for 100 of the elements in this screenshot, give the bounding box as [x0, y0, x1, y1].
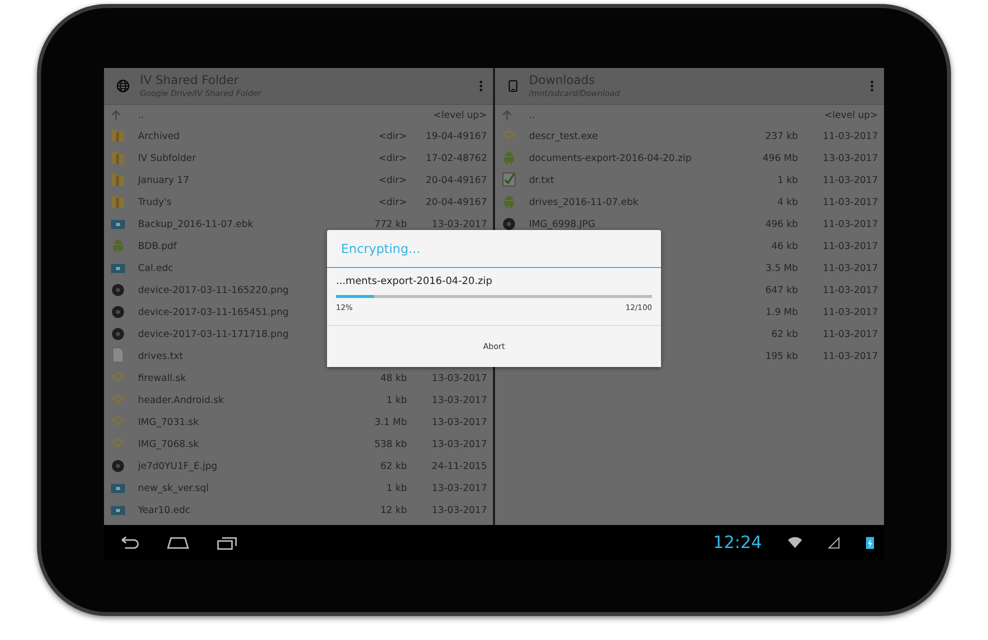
file-size: 496 Mb	[762, 152, 798, 164]
signal-icon	[828, 536, 840, 548]
file-size: 772 kb	[374, 218, 407, 230]
file-name: IMG_7068.sk	[138, 438, 199, 450]
file-row[interactable]: je7d0YU1F_E.jpg 62 kb 24-11-2015	[104, 455, 493, 477]
file-row[interactable]: January 17 <dir> 20-04-49167	[104, 169, 493, 191]
file-name: ...ments-export-2016-04-20.zip	[335, 275, 494, 289]
file-name: Year10.edc	[138, 504, 190, 516]
file-date: 11-03-2017	[822, 328, 878, 340]
file-date: 13-03-2017	[822, 152, 878, 164]
level-up-row[interactable]: .. <level up>	[104, 105, 493, 125]
file-name: documents-export-2016-04-20.zip	[529, 152, 692, 164]
file-row[interactable]: descr_test.exe 237 kb 11-03-2017	[495, 125, 884, 147]
file-row[interactable]: drives_2016-11-07.ebk 4 kb 11-03-2017	[495, 191, 884, 213]
file-row[interactable]: header.Android.sk 1 kb 13-03-2017	[104, 389, 493, 411]
file-date: 17-02-48762	[426, 152, 487, 164]
file-row[interactable]: IMG_7031.sk 3.1 Mb 13-03-2017	[104, 411, 493, 433]
file-size: 3.1 Mb	[374, 416, 407, 428]
file-name: device-2017-03-11-171718.png	[138, 328, 289, 340]
wifi-icon	[788, 536, 802, 548]
file-size: 1 kb	[777, 174, 798, 186]
abort-button[interactable]: Abort	[327, 325, 661, 367]
file-name: IV Subfolder	[138, 152, 196, 164]
file-date: 11-03-2017	[822, 262, 878, 274]
file-date: 13-03-2017	[432, 416, 487, 428]
file-name: drives.txt	[138, 350, 184, 362]
file-size: 647 kb	[765, 284, 798, 296]
file-date: 19-04-49167	[426, 130, 487, 142]
file-size: 46 kb	[771, 240, 798, 252]
level-up-label: <level up>	[824, 110, 878, 120]
file-name: ..	[138, 110, 144, 120]
file-size: 1 kb	[386, 482, 407, 494]
file-name: new_sk_ver.sql	[138, 482, 209, 494]
file-name: device-2017-03-11-165220.png	[138, 284, 289, 296]
home-icon	[166, 536, 190, 550]
more-icon	[870, 80, 874, 92]
file-name: je7d0YU1F_E.jpg	[138, 460, 218, 472]
file-name: firewall.sk	[138, 372, 186, 384]
file-date: 13-03-2017	[432, 504, 487, 516]
file-row[interactable]: Archived <dir> 19-04-49167	[104, 125, 493, 147]
level-up-label: <level up>	[433, 110, 487, 120]
file-size: 62 kb	[771, 328, 798, 340]
file-row[interactable]: IMG_7068.sk 538 kb 13-03-2017	[104, 433, 493, 455]
file-row[interactable]: documents-export-2016-04-20.zip 496 Mb 13-03-2017	[495, 147, 884, 169]
file-date: 13-03-2017	[432, 438, 487, 450]
file-name: Backup_2016-11-07.ebk	[138, 218, 254, 230]
file-date: 20-04-49167	[426, 174, 487, 186]
file-name: dr.txt	[529, 174, 554, 186]
checklist-icon	[501, 170, 517, 186]
file-name: drives_2016-11-07.ebk	[529, 196, 638, 208]
file-size: <dir>	[378, 174, 407, 186]
file-date: 11-03-2017	[822, 350, 878, 362]
file-size: 538 kb	[374, 438, 407, 450]
file-size: 4 kb	[777, 196, 798, 208]
file-date: 13-03-2017	[432, 372, 487, 384]
file-date: 11-03-2017	[822, 240, 878, 252]
file-name: IMG_7031.sk	[138, 416, 199, 428]
file-row[interactable]: new_sk_ver.sql 1 kb 13-03-2017	[104, 477, 493, 499]
file-date: 13-03-2017	[432, 394, 487, 406]
file-date: 11-03-2017	[822, 306, 878, 318]
file-size: <dir>	[378, 152, 407, 164]
file-name: Archived	[138, 130, 180, 142]
file-size: 237 kb	[765, 130, 798, 142]
file-date: 13-03-2017	[432, 482, 487, 494]
file-row[interactable]: Trudy's <dir> 20-04-49167	[104, 191, 493, 213]
file-row[interactable]: Year10.edc 12 kb 13-03-2017	[104, 499, 493, 521]
file-date: 20-04-49167	[426, 196, 487, 208]
more-icon	[479, 80, 483, 92]
file-size: <dir>	[378, 130, 407, 142]
file-name: Trudy's	[138, 196, 172, 208]
phone-icon	[507, 78, 519, 94]
file-name: BDB.pdf	[138, 240, 177, 252]
file-name: IMG_6998.JPG	[529, 218, 596, 230]
file-date: 11-03-2017	[822, 284, 878, 296]
file-row[interactable]: IV Subfolder <dir> 17-02-48762	[104, 147, 493, 169]
up-arrow-icon	[110, 109, 122, 121]
file-name: device-2017-03-11-165451.png	[138, 306, 289, 318]
file-row[interactable]: firewall.sk 48 kb 13-03-2017	[104, 367, 493, 389]
file-size: 496 kb	[765, 218, 798, 230]
text-file-icon	[110, 346, 126, 362]
file-name: header.Android.sk	[138, 394, 224, 406]
file-size: 195 kb	[765, 350, 798, 362]
file-date: 13-03-2017	[432, 218, 487, 230]
up-arrow-icon	[501, 109, 513, 121]
file-name: ..	[529, 110, 536, 120]
file-date: 24-11-2015	[432, 460, 487, 472]
file-size: 1 kb	[386, 394, 407, 406]
battery-icon	[866, 536, 874, 549]
clock-time: 12:24	[713, 532, 762, 552]
file-date: 11-03-2017	[822, 218, 878, 230]
level-up-row[interactable]: .. <level up>	[495, 105, 884, 125]
file-size: 3.5 Mb	[766, 262, 798, 274]
file-size: 12 kb	[380, 504, 407, 516]
file-size: <dir>	[378, 196, 407, 208]
file-date: 11-03-2017	[822, 130, 878, 142]
file-size: 1.9 Mb	[766, 306, 798, 318]
file-name: January 17	[138, 174, 190, 186]
file-date: 11-03-2017	[822, 174, 878, 186]
file-row[interactable]: dr.txt 1 kb 11-03-2017	[495, 169, 884, 191]
recent-apps-icon	[216, 536, 238, 550]
